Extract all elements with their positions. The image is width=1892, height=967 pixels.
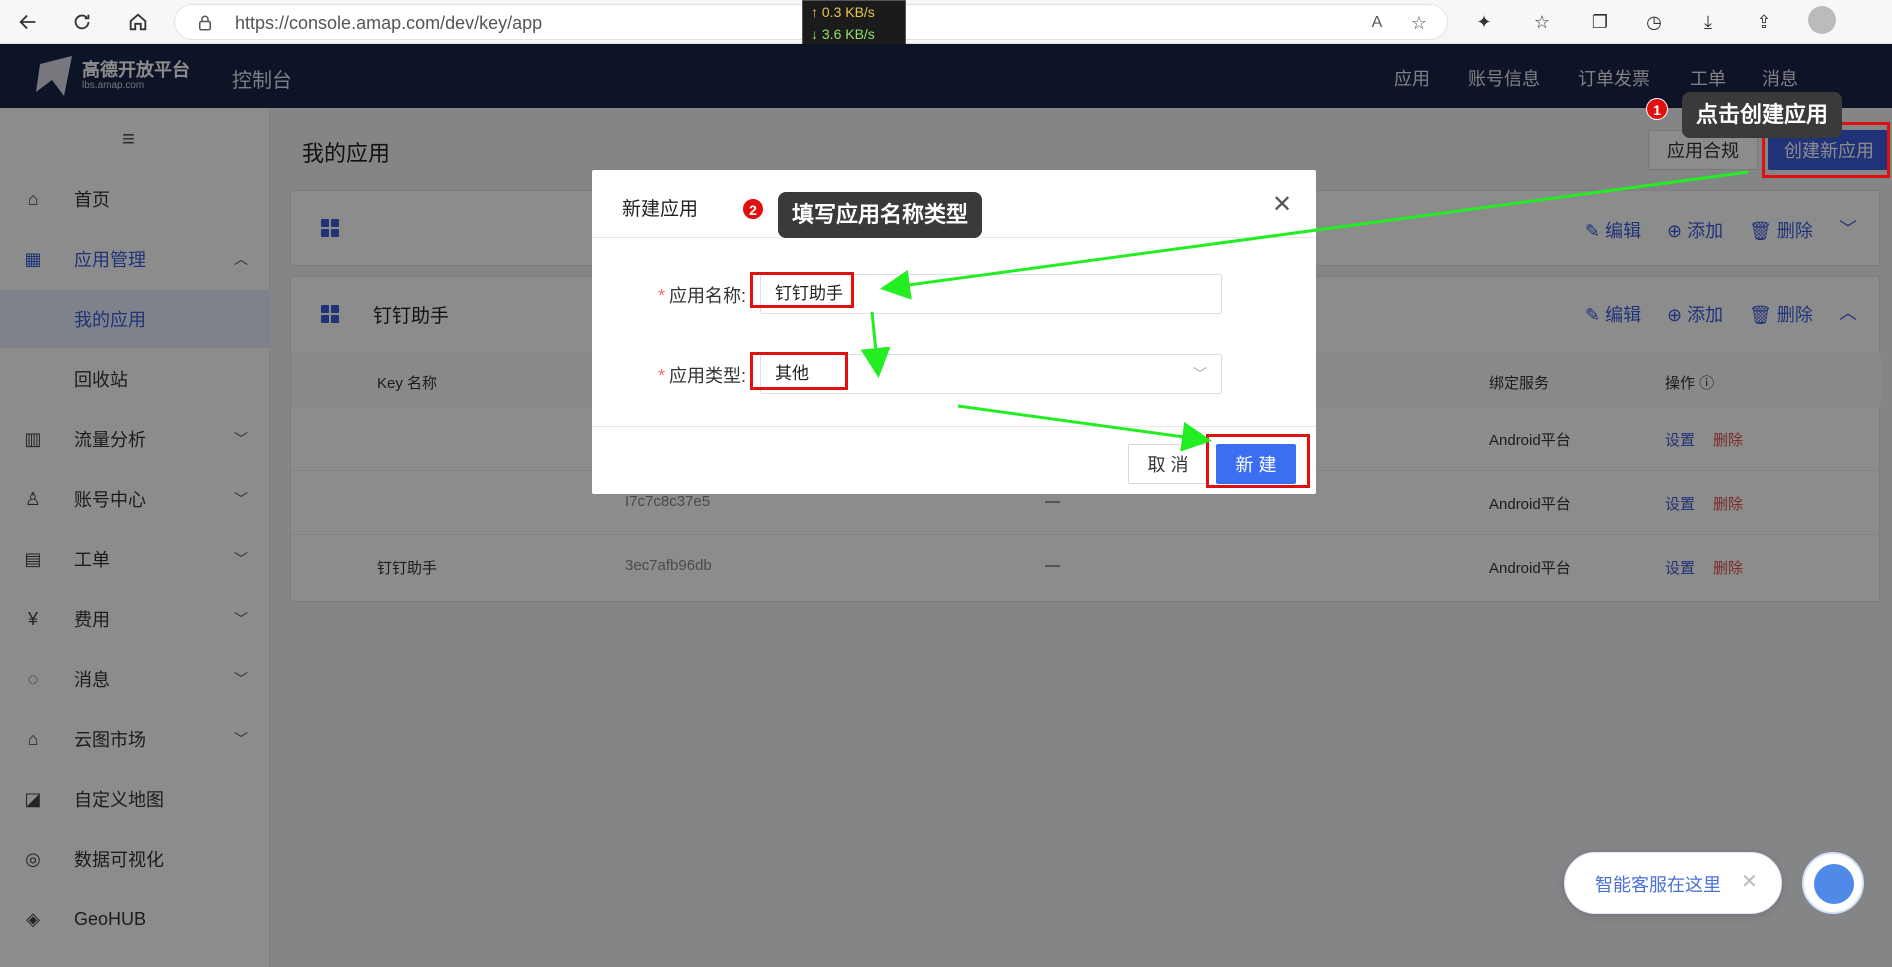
customer-service-bubble[interactable]: 智能客服在这里 ✕ <box>1564 852 1782 914</box>
service-bot-avatar-icon[interactable] <box>1802 852 1864 914</box>
close-icon[interactable]: ✕ <box>1741 869 1758 894</box>
chat-text: 智能客服在这里 <box>1595 875 1721 895</box>
annotation-arrows <box>860 170 1749 452</box>
